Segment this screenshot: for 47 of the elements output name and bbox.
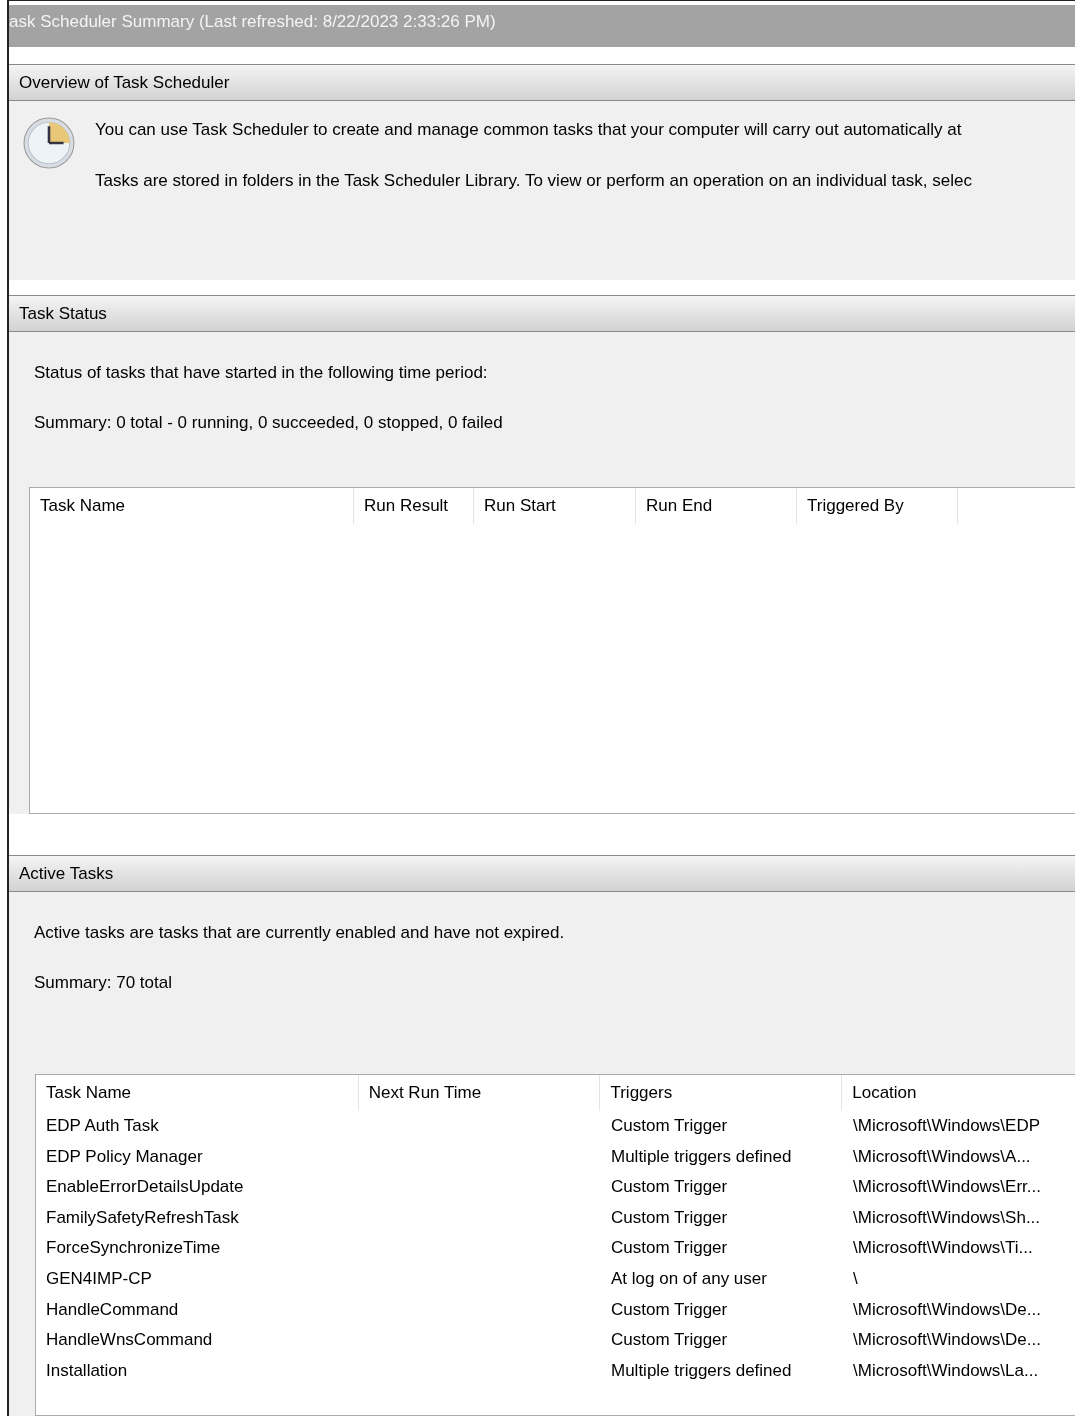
table-cell-text: Installation (45, 1359, 129, 1382)
table-cell-text: \Microsoft\Windows\Sh... (852, 1206, 1042, 1229)
clock-icon (23, 117, 75, 169)
column-header[interactable]: Location (842, 1075, 1075, 1111)
table-cell-text: EnableErrorDetailsUpdate (45, 1176, 245, 1199)
table-cell-text: \Microsoft\Windows\De... (852, 1298, 1042, 1321)
table-cell-text: Multiple triggers defined (610, 1359, 793, 1382)
column-header[interactable]: Next Run Time (358, 1075, 601, 1111)
table-cell-text: \Microsoft\Windows\EDP (852, 1115, 1042, 1137)
table-cell-text: \Microsoft\Windows\A... (852, 1145, 1032, 1168)
table-cell-text: EDP Policy Manager (45, 1145, 204, 1168)
section-header[interactable]: Task Status (9, 295, 1075, 332)
table-cell-text: Multiple triggers defined (610, 1145, 793, 1168)
table-cell-text: FamilySafetyRefreshTask (45, 1206, 240, 1229)
column-header[interactable]: Run Start (474, 488, 636, 524)
table-cell-text: HandleWnsCommand (45, 1329, 214, 1352)
table-cell-text: \Microsoft\Windows\Err... (852, 1176, 1042, 1199)
description-text: Active tasks are tasks that are currently enabled and have not expired. (34, 922, 566, 944)
summary-text: Summary: 0 total - 0 running, 0 succeeded, 0 stopped, 0 failed (34, 412, 504, 434)
summary-text: Summary: 70 total (34, 972, 173, 994)
column-header[interactable]: Task Name (30, 488, 354, 524)
section-header[interactable]: Active Tasks (9, 855, 1075, 892)
table-cell-text: EDP Auth Task (45, 1115, 160, 1137)
column-header[interactable]: Triggers (600, 1075, 843, 1111)
table-cell-text: \ (852, 1267, 859, 1290)
window-title: ask Scheduler Summary (Last refreshed: 8/22/2023 2:33:26 PM) (9, 5, 1075, 47)
column-header[interactable]: Task Name (36, 1075, 359, 1111)
table-cell-text: \Microsoft\Windows\Ti... (852, 1237, 1034, 1260)
paragraph: You can use Task Scheduler to create and manage common tasks that your computer will carry out automatically at (95, 120, 963, 141)
paragraph: Tasks are stored in folders in the Task Scheduler Library. To view or perform an operation on an individual task, selec (95, 171, 972, 192)
column-header[interactable]: Triggered By (797, 488, 958, 524)
table-cell-text: GEN4IMP-CP (45, 1267, 153, 1290)
section-header[interactable]: Overview of Task Scheduler (9, 64, 1075, 101)
table-cell-text: Custom Trigger (610, 1115, 729, 1137)
period-label: Status of tasks that have started in the following time period: (34, 362, 489, 384)
table-cell-text: \Microsoft\Windows\La... (852, 1359, 1040, 1382)
column-header[interactable]: Run End (636, 488, 797, 524)
table-cell-text: Custom Trigger (610, 1176, 729, 1199)
table-cell-text: Custom Trigger (610, 1329, 729, 1352)
table-cell-text: Custom Trigger (610, 1298, 729, 1321)
table-cell-text: Custom Trigger (610, 1206, 729, 1229)
table-cell-text: HandleCommand (45, 1298, 180, 1321)
table-cell-text: Custom Trigger (610, 1237, 729, 1260)
table-cell-text: At log on of any user (610, 1267, 768, 1290)
table-cell-text: \Microsoft\Windows\De... (852, 1329, 1042, 1352)
table-cell-text: ForceSynchronizeTime (45, 1237, 222, 1260)
column-header[interactable]: Run Result (354, 488, 474, 524)
